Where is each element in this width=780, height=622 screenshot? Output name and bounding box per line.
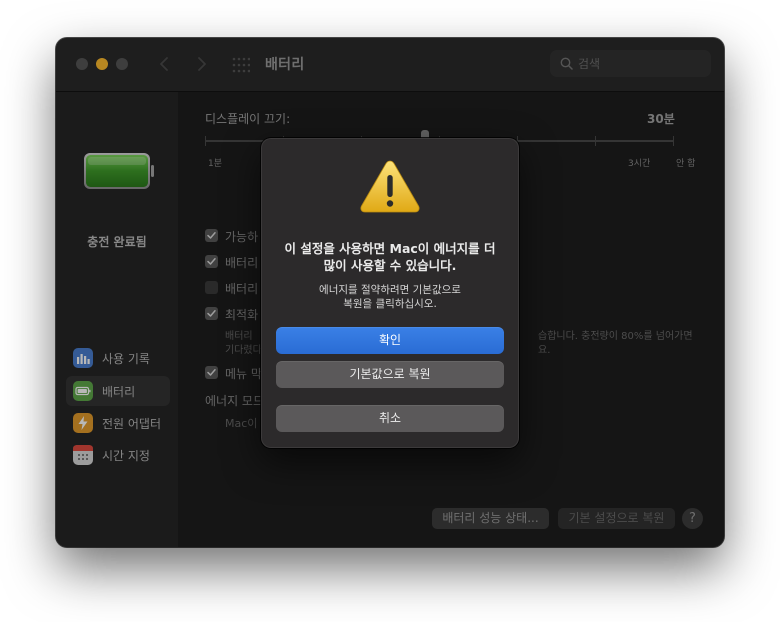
dialog-title-line: 많이 사용할 수 있습니다. (323, 258, 457, 273)
cancel-button[interactable]: 취소 (276, 405, 504, 432)
dialog-title-line: 이 설정을 사용하면 Mac이 에너지를 더 (284, 241, 496, 256)
alert-dialog: 이 설정을 사용하면 Mac이 에너지를 더 많이 사용할 수 있습니다. 에너… (261, 138, 519, 448)
dialog-message-line: 복원을 클릭하십시오. (343, 298, 437, 310)
dialog-title: 이 설정을 사용하면 Mac이 에너지를 더 많이 사용할 수 있습니다. (273, 240, 507, 274)
dialog-message: 에너지를 절약하려면 기본값으로 복원을 클릭하십시오. (273, 283, 507, 311)
confirm-button[interactable]: 확인 (276, 327, 504, 354)
dialog-message-line: 에너지를 절약하려면 기본값으로 (319, 284, 461, 296)
restore-default-button[interactable]: 기본값으로 복원 (276, 361, 504, 388)
warning-icon (360, 160, 420, 213)
